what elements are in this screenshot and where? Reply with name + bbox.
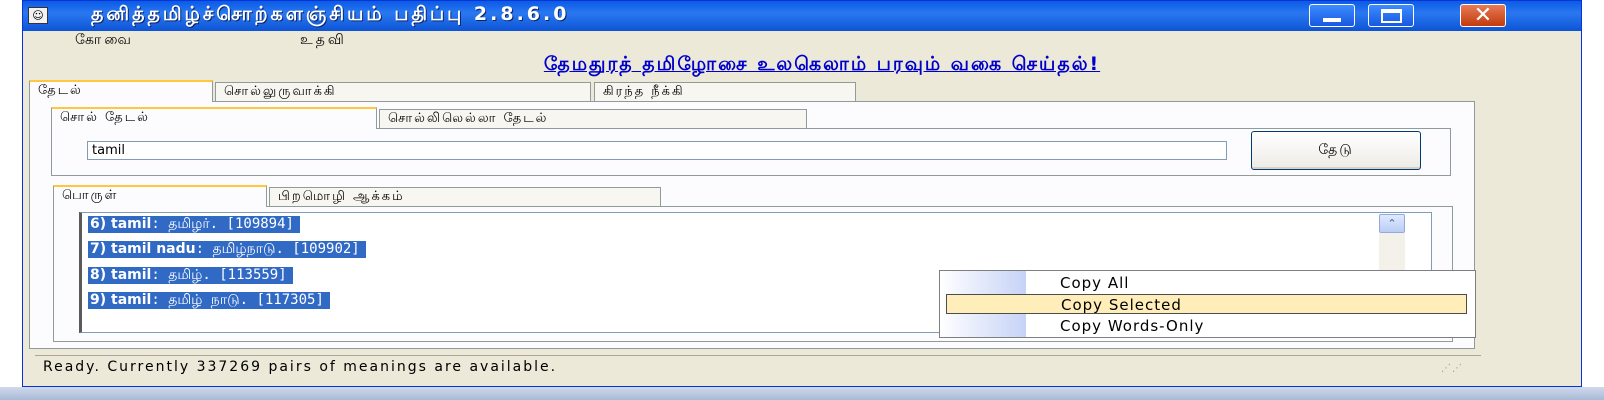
menu-item-copy-selected[interactable]: Copy Selected bbox=[946, 294, 1467, 314]
search-input[interactable] bbox=[87, 141, 1227, 160]
app-icon[interactable]: ☺ bbox=[28, 7, 48, 24]
maximize-icon bbox=[1381, 9, 1402, 23]
minimize-icon bbox=[1323, 18, 1341, 22]
tab-foreign-coinage[interactable]: பிறமொழி ஆக்கம் bbox=[269, 187, 661, 207]
tab-word-search[interactable]: சொல் தேடல் bbox=[51, 107, 377, 129]
result-row[interactable]: 7) tamil nadu: தமிழ்நாடு. [109902] bbox=[88, 241, 366, 258]
context-menu: Copy All Copy Selected Copy Words-Only bbox=[939, 270, 1476, 338]
app-window: ☺ தனித்தமிழ்ச்சொற்களஞ்சியம் பதிப்பு 2.8.… bbox=[22, 0, 1582, 387]
menu-file[interactable]: கோவை bbox=[75, 32, 134, 50]
tab-word-builder[interactable]: சொல்லுருவாக்கி bbox=[215, 82, 591, 102]
scroll-up-icon[interactable]: ⌃ bbox=[1379, 214, 1405, 233]
tab-grantha-remover[interactable]: கிரந்த நீக்கி bbox=[594, 82, 856, 102]
tab-search[interactable]: தேடல் bbox=[29, 80, 213, 102]
close-button[interactable]: ✕ bbox=[1460, 3, 1506, 28]
title-bar[interactable]: ☺ தனித்தமிழ்ச்சொற்களஞ்சியம் பதிப்பு 2.8.… bbox=[23, 1, 1581, 31]
banner-link[interactable]: தேமதுரத் தமிழோசை உலகெலாம் பரவும் வகை செய… bbox=[23, 53, 1581, 78]
result-row[interactable]: 8) tamil: தமிழ். [113559] bbox=[88, 267, 293, 284]
menu-help[interactable]: உதவி bbox=[300, 32, 347, 50]
status-bar: Ready. Currently 337269 pairs of meaning… bbox=[35, 355, 1481, 377]
result-row[interactable]: 6) tamil: தமிழர். [109894] bbox=[88, 216, 300, 233]
resize-grip-icon[interactable]: ⋰⋰ bbox=[1441, 363, 1463, 374]
close-icon: ✕ bbox=[1473, 3, 1493, 28]
menu-item-copy-words-only[interactable]: Copy Words-Only bbox=[946, 316, 1467, 336]
menu-item-copy-all[interactable]: Copy All bbox=[946, 273, 1467, 293]
minimize-button[interactable] bbox=[1309, 4, 1355, 27]
tab-substring-search[interactable]: சொல்லிலெல்லா தேடல் bbox=[379, 109, 807, 129]
result-row[interactable]: 9) tamil: தமிழ் நாடு. [117305] bbox=[88, 292, 330, 309]
tab-meaning[interactable]: பொருள் bbox=[53, 185, 267, 207]
search-button[interactable]: தேடு bbox=[1251, 131, 1421, 170]
maximize-button[interactable] bbox=[1368, 4, 1414, 27]
window-title: தனித்தமிழ்ச்சொற்களஞ்சியம் பதிப்பு 2.8.6.… bbox=[91, 3, 570, 25]
menu-bar: கோவை உதவி bbox=[23, 31, 1581, 53]
taskbar bbox=[0, 387, 1604, 400]
